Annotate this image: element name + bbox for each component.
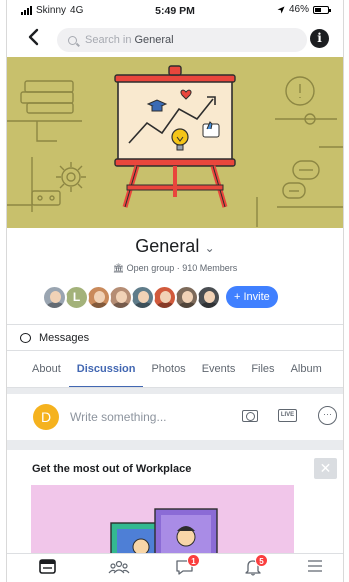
section-divider bbox=[7, 440, 343, 450]
location-arrow-icon bbox=[277, 6, 285, 13]
search-scope: General bbox=[134, 34, 174, 46]
battery-percent: 46% bbox=[288, 4, 309, 15]
messages-link[interactable]: Messages bbox=[7, 324, 343, 348]
groups-tab[interactable] bbox=[108, 558, 130, 578]
presentation-easel-illustration bbox=[7, 65, 343, 227]
chevron-down-icon: ⌄ bbox=[201, 241, 215, 255]
avatar-face bbox=[50, 290, 61, 303]
group-name: General bbox=[135, 236, 200, 256]
avatar-body bbox=[112, 301, 131, 308]
member-avatar[interactable] bbox=[130, 284, 155, 310]
screenshot-border bbox=[343, 0, 349, 582]
tab-events[interactable]: Events bbox=[194, 351, 244, 387]
group-meta: 🏛 Open group · 910 Members bbox=[112, 263, 238, 273]
top-bar: Search in General i bbox=[7, 24, 343, 57]
notifications-tab[interactable]: 5 bbox=[243, 554, 268, 578]
member-avatar[interactable] bbox=[86, 284, 111, 310]
battery-fill bbox=[315, 7, 321, 12]
composer-placeholder[interactable]: Write something... bbox=[70, 410, 166, 424]
avatar-body bbox=[90, 301, 109, 308]
news-feed-icon bbox=[39, 559, 56, 574]
chevron-left-icon bbox=[28, 28, 39, 46]
tab-album[interactable]: Album bbox=[283, 351, 330, 387]
back-button[interactable] bbox=[27, 27, 39, 51]
news-feed-tab[interactable] bbox=[38, 558, 60, 578]
chat-bubble-icon bbox=[20, 332, 31, 343]
workplace-tips-card: Get the most out of Workplace ✕ bbox=[7, 450, 343, 553]
member-avatar[interactable] bbox=[196, 284, 221, 310]
tab-files[interactable]: Files bbox=[243, 351, 282, 387]
messages-label: Messages bbox=[39, 331, 90, 344]
hamburger-menu-icon bbox=[308, 560, 322, 572]
status-bar: Skinny 4G 5:49 PM 46% bbox=[7, 0, 343, 24]
avatar-face bbox=[160, 290, 171, 303]
member-avatar[interactable] bbox=[108, 284, 133, 310]
info-button[interactable]: i bbox=[310, 29, 329, 48]
avatar-face bbox=[204, 290, 215, 303]
close-card-button[interactable]: ✕ bbox=[314, 458, 337, 479]
avatar-face bbox=[94, 290, 105, 303]
member-count[interactable]: 910 Members bbox=[182, 263, 237, 273]
group-cover-photo bbox=[7, 57, 343, 228]
chat-badge: 1 bbox=[187, 554, 200, 567]
app-screen: Skinny 4G 5:49 PM 46% Search in General … bbox=[0, 0, 349, 582]
globe-icon: 🏛 bbox=[112, 263, 127, 273]
camera-icon[interactable] bbox=[242, 410, 258, 422]
member-avatar[interactable]: L bbox=[64, 284, 89, 310]
avatar-face bbox=[116, 290, 127, 303]
tab-photos[interactable]: Photos bbox=[143, 351, 193, 387]
group-tabs: About Discussion Photos Events Files Album bbox=[7, 350, 343, 388]
group-type: Open group bbox=[126, 263, 175, 273]
battery-icon bbox=[313, 5, 331, 14]
groups-icon bbox=[108, 560, 130, 574]
avatar-body bbox=[134, 301, 153, 308]
avatar-body bbox=[200, 301, 219, 308]
avatar-body bbox=[178, 301, 197, 308]
member-avatars[interactable]: L + Invite bbox=[42, 283, 278, 311]
search-icon bbox=[68, 35, 77, 45]
member-avatar[interactable] bbox=[42, 284, 67, 310]
avatar-body bbox=[156, 301, 175, 308]
more-options-button[interactable]: ··· bbox=[318, 406, 337, 425]
bottom-tab-bar: 1 5 bbox=[7, 553, 343, 582]
tab-discussion[interactable]: Discussion bbox=[68, 351, 144, 387]
notifications-badge: 5 bbox=[255, 554, 268, 567]
search-input[interactable]: Search in General bbox=[57, 28, 307, 52]
avatar-face bbox=[138, 290, 149, 303]
search-placeholder: Search in bbox=[85, 34, 132, 46]
member-avatar[interactable] bbox=[174, 284, 199, 310]
profile-frames-illustration bbox=[110, 508, 218, 553]
invite-button[interactable]: + Invite bbox=[226, 286, 278, 308]
post-composer[interactable]: D Write something... LIVE ··· bbox=[7, 394, 343, 440]
live-video-button[interactable]: LIVE bbox=[278, 409, 297, 422]
battery-info: 46% bbox=[277, 4, 331, 15]
card-title: Get the most out of Workplace bbox=[32, 463, 192, 475]
member-avatar[interactable] bbox=[152, 284, 177, 310]
chat-tab[interactable]: 1 bbox=[175, 554, 200, 578]
avatar-body bbox=[46, 301, 65, 308]
card-illustration bbox=[31, 485, 294, 553]
avatar-face bbox=[182, 290, 193, 303]
screenshot-border bbox=[0, 0, 7, 582]
tab-about[interactable]: About bbox=[7, 351, 69, 387]
user-avatar: D bbox=[33, 404, 59, 430]
menu-tab[interactable] bbox=[306, 558, 328, 578]
group-title[interactable]: General ⌄ bbox=[7, 236, 343, 257]
